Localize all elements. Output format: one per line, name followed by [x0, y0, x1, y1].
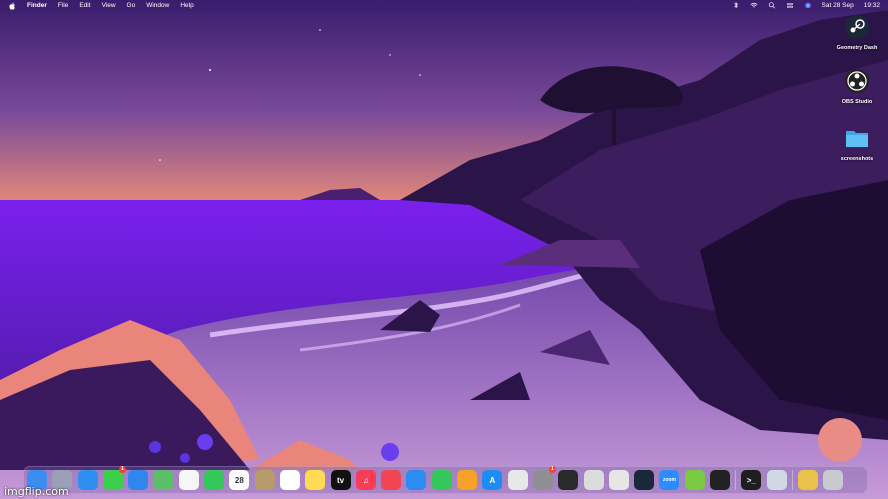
- dock-item-glyph: >_: [746, 475, 756, 485]
- dock-calendar-icon[interactable]: 28: [229, 470, 250, 490]
- steam-icon: [845, 15, 869, 39]
- menu-go[interactable]: Go: [127, 2, 136, 9]
- siri-icon[interactable]: [804, 2, 812, 9]
- dock-separator: [735, 470, 737, 490]
- control-center-icon[interactable]: [786, 2, 794, 9]
- dock-apple-tv-icon[interactable]: tv: [330, 470, 351, 490]
- dock-maps-icon[interactable]: [153, 470, 174, 490]
- dock: 1 28 tv ♫ A 1 zoom >_: [23, 466, 868, 494]
- dock-zoom-icon[interactable]: zoom: [659, 470, 680, 490]
- dock-mail-icon[interactable]: [128, 470, 149, 490]
- dock-trash-icon[interactable]: [823, 470, 844, 490]
- dock-item-glyph: A: [489, 475, 496, 485]
- desktop-icon-screenshots[interactable]: screenshots: [827, 125, 887, 162]
- desktop-icon-geometry-dash[interactable]: Geometry Dash: [827, 14, 887, 51]
- menu-file[interactable]: File: [58, 2, 68, 9]
- dock-app-store-icon[interactable]: A: [482, 470, 503, 490]
- menubar-time[interactable]: 19:32: [864, 2, 880, 9]
- dock-terminal-icon[interactable]: >_: [741, 470, 762, 490]
- desktop-icon-label: Geometry Dash: [836, 45, 878, 51]
- dock-news-icon[interactable]: [381, 470, 402, 490]
- dock-safari-icon[interactable]: [77, 470, 98, 490]
- dock-numbers-icon[interactable]: [431, 470, 452, 490]
- dock-photos-icon[interactable]: [178, 470, 199, 490]
- wifi-icon[interactable]: [750, 2, 758, 9]
- dock-geometry-dash-icon[interactable]: [684, 470, 705, 490]
- dock-separator: [791, 470, 793, 490]
- menu-window[interactable]: Window: [146, 2, 169, 9]
- dock-pages-icon[interactable]: [457, 470, 478, 490]
- notification-badge: 1: [548, 466, 556, 473]
- dock-item-glyph: ♫: [362, 475, 369, 485]
- dock-steam-icon[interactable]: [634, 470, 655, 490]
- imgflip-watermark: imgflip.com: [4, 485, 69, 498]
- apple-icon[interactable]: [9, 2, 16, 10]
- menu-help[interactable]: Help: [180, 2, 193, 9]
- menu-edit[interactable]: Edit: [79, 2, 90, 9]
- dock-roblox-icon[interactable]: [608, 470, 629, 490]
- menu-bar: Finder File Edit View Go Window Help Sat…: [0, 0, 888, 11]
- dock-facetime-icon[interactable]: [204, 470, 225, 490]
- desktop-icon-label: OBS Studio: [841, 99, 873, 105]
- dock-imovie-app-icon[interactable]: [558, 470, 579, 490]
- dock-contacts-icon[interactable]: [254, 470, 275, 490]
- desktop-icon-label: screenshots: [840, 156, 874, 162]
- bluetooth-icon[interactable]: [732, 2, 740, 9]
- search-icon[interactable]: [768, 2, 776, 9]
- dock-screenshot-icon[interactable]: [583, 470, 604, 490]
- folder-icon: [846, 131, 868, 147]
- dock-music-icon[interactable]: ♫: [355, 470, 376, 490]
- notification-badge: 1: [118, 466, 126, 473]
- obs-icon: [845, 69, 869, 93]
- dock-keynote-icon[interactable]: [406, 470, 427, 490]
- desktop-wallpaper: [0, 0, 888, 499]
- dock-messages-icon[interactable]: 1: [102, 466, 126, 490]
- dock-obs-icon[interactable]: [710, 470, 731, 490]
- dock-archive-icon[interactable]: [797, 470, 818, 490]
- dock-item-glyph: 28: [234, 475, 244, 485]
- dock-chrome-icon[interactable]: [507, 470, 528, 490]
- menu-view[interactable]: View: [102, 2, 116, 9]
- dock-item-glyph: zoom: [662, 477, 676, 483]
- menu-app-finder[interactable]: Finder: [27, 2, 47, 9]
- dock-system-settings-icon[interactable]: 1: [532, 466, 556, 490]
- menubar-date[interactable]: Sat 28 Sep: [822, 2, 854, 9]
- dock-preview-icon[interactable]: [766, 470, 787, 490]
- desktop-icon-obs-studio[interactable]: OBS Studio: [827, 68, 887, 105]
- dock-notes-icon[interactable]: [305, 470, 326, 490]
- dock-item-glyph: tv: [337, 475, 345, 485]
- dock-reminders-icon[interactable]: [279, 470, 300, 490]
